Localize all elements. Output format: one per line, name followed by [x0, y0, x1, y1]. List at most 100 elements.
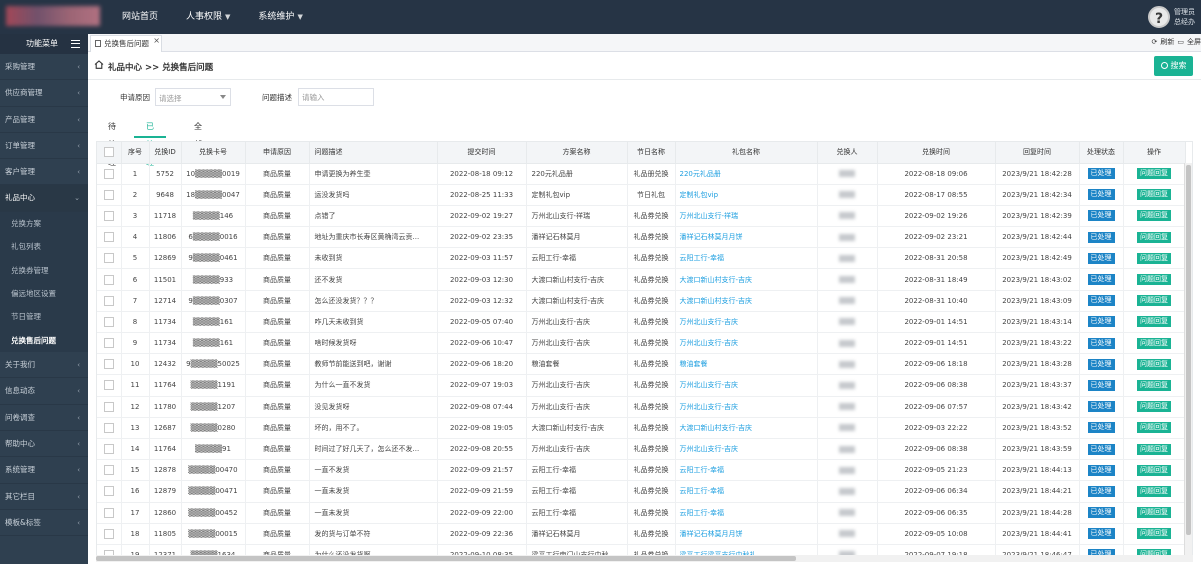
reply-button[interactable]: 问题回复	[1137, 295, 1171, 307]
table-row[interactable]: 2 9648 18▒▒▒▒▒0047 商品质量 运没发货吗 2022-08-25 11:3…	[97, 184, 1186, 206]
table-row[interactable]: 1 5752 10▒▒▒▒▒0019 商品质量 申请更换为养生壶 2022-08-18 0…	[97, 163, 1186, 185]
table-row[interactable]: 17 12860 ▒▒▒▒▒00452 商品质量 一直未发货 2022-09-09 22:…	[97, 502, 1186, 524]
search-button[interactable]: 搜索	[1154, 56, 1193, 76]
cell-pack-link[interactable]: 万州北山支行-祥瑞	[675, 205, 818, 228]
sidebar-subitem[interactable]: 节日管理	[0, 305, 88, 329]
cell-pack-link[interactable]: 万州北山支行-吉庆	[675, 374, 818, 397]
column-header[interactable]: 兑换人	[817, 142, 878, 164]
row-checkbox[interactable]	[103, 401, 114, 412]
table-row[interactable]: 9 11734 ▒▒▒▒▒161 商品质量 啥时候发货呀 2022-09-06 10:47…	[97, 332, 1186, 355]
table-row[interactable]: 12 11780 ▒▒▒▒▒1207 商品质量 没见发货呀 2022-09-08 07:4…	[97, 396, 1186, 418]
row-checkbox[interactable]	[103, 444, 114, 455]
reply-button[interactable]: 问题回复	[1137, 316, 1171, 328]
cell-pack-link[interactable]: 万州北山支行-吉庆	[675, 438, 818, 461]
reply-button[interactable]: 问题回复	[1137, 464, 1171, 476]
column-header[interactable]: 序号	[121, 142, 150, 164]
sidebar-group[interactable]: 问卷调查 ‹	[0, 405, 88, 432]
reply-button[interactable]: 问题回复	[1137, 337, 1171, 349]
sidebar-group[interactable]: 信息动态 ‹	[0, 378, 88, 405]
sidebar-group[interactable]: 其它栏目 ‹	[0, 484, 88, 510]
row-checkbox[interactable]	[103, 253, 114, 264]
cell-pack-link[interactable]: 大渡口新山村支行-吉庆	[675, 417, 818, 439]
column-header[interactable]: 处理状态	[1079, 142, 1124, 164]
row-checkbox[interactable]	[103, 422, 114, 433]
row-checkbox[interactable]	[103, 168, 114, 179]
column-header[interactable]: 方案名称	[526, 142, 628, 164]
row-checkbox[interactable]	[103, 274, 114, 285]
reply-button[interactable]: 问题回复	[1137, 443, 1171, 455]
reply-button[interactable]: 问题回复	[1137, 168, 1171, 180]
reply-button[interactable]: 问题回复	[1137, 252, 1171, 264]
tab-exchange-aftersale[interactable]: 兑换售后问题 ×	[90, 35, 162, 52]
sidebar-subitem[interactable]: 礼包列表	[0, 235, 88, 259]
column-header[interactable]: 兑换时间	[877, 142, 996, 164]
table-row[interactable]: 16 12879 ▒▒▒▒▒00471 商品质量 一直未发货 2022-09-09 21:…	[97, 480, 1186, 503]
reply-button[interactable]: 问题回复	[1137, 379, 1171, 391]
topnav-item[interactable]: 网站首页	[108, 0, 172, 34]
table-row[interactable]: 14 11764 ▒▒▒▒▒91 商品质量 时间过了好几天了，怎么还不发... 2022-…	[97, 438, 1186, 461]
reply-button[interactable]: 问题回复	[1137, 231, 1171, 243]
cell-pack-link[interactable]: 大渡口新山村支行-吉庆	[675, 290, 818, 312]
home-icon[interactable]	[94, 60, 104, 69]
reply-button[interactable]: 问题回复	[1137, 274, 1171, 286]
help-avatar-icon[interactable]: ?	[1148, 6, 1170, 28]
reply-button[interactable]: 问题回复	[1137, 358, 1171, 370]
column-header[interactable]: 礼包名称	[675, 142, 818, 164]
sidebar-group[interactable]: 系统管理 ‹	[0, 457, 88, 484]
sidebar-subitem[interactable]: 兑换售后问题	[0, 328, 88, 353]
sidebar-group[interactable]: 产品管理 ‹	[0, 107, 88, 133]
cell-pack-link[interactable]: 粮油套餐	[675, 353, 818, 376]
sidebar-group[interactable]: 模板&标签 ‹	[0, 510, 88, 537]
table-row[interactable]: 5 12869 9▒▒▒▒▒0461 商品质量 未收到货 2022-09-03 11:57…	[97, 247, 1186, 270]
column-header[interactable]: 问题描述	[309, 142, 438, 164]
sidebar-subitem[interactable]: 偏远地区设置	[0, 281, 88, 306]
reply-button[interactable]: 问题回复	[1137, 401, 1171, 413]
row-checkbox[interactable]	[103, 380, 114, 391]
sidebar-group[interactable]: 订单管理 ‹	[0, 133, 88, 160]
cell-pack-link[interactable]: 云阳工行-幸福	[675, 459, 818, 482]
table-row[interactable]: 6 11501 ▒▒▒▒▒933 商品质量 还不发货 2022-09-03 12:30 大渡…	[97, 268, 1186, 291]
column-header[interactable]: 兑换卡号	[181, 142, 246, 164]
column-header[interactable]: 兑换ID	[149, 142, 182, 164]
column-header[interactable]: 操作	[1123, 142, 1186, 164]
row-checkbox[interactable]	[103, 338, 114, 349]
column-header[interactable]: 提交时间	[437, 142, 527, 164]
row-checkbox[interactable]	[103, 295, 114, 306]
reply-button[interactable]: 问题回复	[1137, 528, 1171, 540]
cell-pack-link[interactable]: 云阳工行-幸福	[675, 480, 818, 503]
cell-pack-link[interactable]: 万州北山支行-吉庆	[675, 396, 818, 418]
reply-button[interactable]: 问题回复	[1137, 210, 1171, 222]
reason-select[interactable]: 请选择	[155, 88, 231, 106]
table-row[interactable]: 18 11805 ▒▒▒▒▒00015 商品质量 发的货与订单不符 2022-09-09 …	[97, 523, 1186, 545]
vertical-scrollbar[interactable]	[1184, 163, 1192, 561]
table-row[interactable]: 13 12687 ▒▒▒▒▒0280 商品质量 坏的，用不了。 2022-09-08 19…	[97, 417, 1186, 439]
select-all-checkbox[interactable]	[103, 147, 114, 158]
row-checkbox[interactable]	[103, 486, 114, 497]
cell-pack-link[interactable]: 大渡口新山村支行-吉庆	[675, 268, 818, 291]
row-checkbox[interactable]	[103, 189, 114, 200]
user-area[interactable]: ? 管理员 总经办	[1148, 3, 1195, 31]
sidebar-group[interactable]: 礼品中心 ⌄	[0, 185, 88, 212]
hamburger-menu-icon[interactable]	[71, 40, 80, 48]
reply-button[interactable]: 问题回复	[1137, 485, 1171, 497]
subtab[interactable]: 待处理	[96, 118, 128, 167]
cell-pack-link[interactable]: 220元礼品册	[675, 163, 818, 185]
cell-pack-link[interactable]: 潘祥记石林莫月月饼	[675, 523, 818, 545]
row-checkbox[interactable]	[103, 232, 114, 243]
row-checkbox[interactable]	[103, 465, 114, 476]
row-checkbox[interactable]	[103, 316, 114, 327]
column-header[interactable]: 节日名称	[627, 142, 676, 164]
subtab[interactable]: 全部	[182, 118, 214, 149]
row-checkbox[interactable]	[103, 507, 114, 518]
column-header[interactable]: 申请原因	[245, 142, 310, 164]
reply-button[interactable]: 问题回复	[1137, 507, 1171, 519]
topnav-item[interactable]: 人事权限 ▼	[172, 0, 244, 34]
table-row[interactable]: 10 12432 9▒▒▒▒▒50025 商品质量 教师节前能送到吧，谢谢 2022-09…	[97, 353, 1186, 376]
sidebar-group[interactable]: 客户管理 ‹	[0, 159, 88, 186]
description-input[interactable]	[298, 88, 374, 106]
sidebar-group[interactable]: 帮助中心 ‹	[0, 431, 88, 458]
cell-pack-link[interactable]: 万州北山支行-吉庆	[675, 332, 818, 355]
table-row[interactable]: 7 12714 9▒▒▒▒▒0307 商品质量 怎么还没发货？？？ 2022-09-03 …	[97, 290, 1186, 312]
reply-button[interactable]: 问题回复	[1137, 189, 1171, 201]
horizontal-scrollbar[interactable]	[96, 555, 1193, 562]
